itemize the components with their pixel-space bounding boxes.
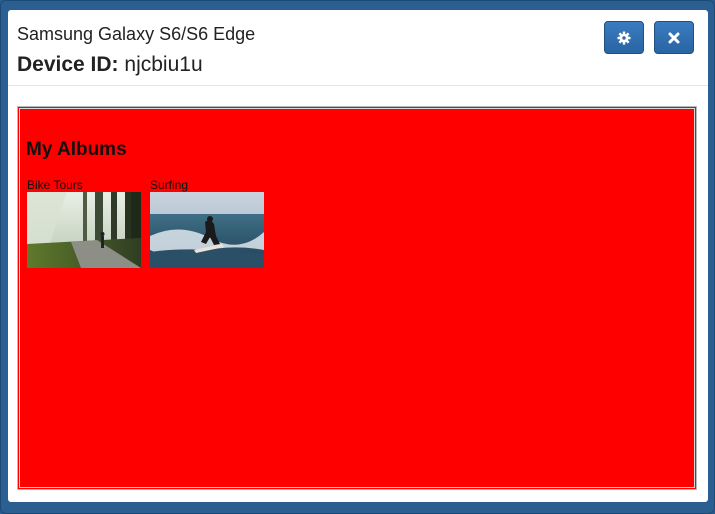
device-id-value: njcbiu1u (124, 53, 203, 76)
albums-title: My Albums (26, 139, 127, 160)
device-screen-viewport: My Albums Bike Tours Surfing (17, 106, 697, 490)
device-panel: Samsung Galaxy S6/S6 Edge Device ID: njc… (8, 10, 708, 502)
device-id-row: Device ID: njcbiu1u (17, 53, 203, 77)
device-name: Samsung Galaxy S6/S6 Edge (17, 24, 256, 44)
header-divider (8, 85, 708, 86)
album-bike-tours[interactable]: Bike Tours (27, 178, 141, 268)
device-window-frame: Samsung Galaxy S6/S6 Edge Device ID: njc… (0, 0, 715, 514)
device-id-label: Device ID: (17, 53, 119, 76)
device-screen: My Albums Bike Tours Surfing (19, 108, 695, 488)
album-thumbnail-surfing[interactable] (150, 192, 264, 268)
album-label: Bike Tours (27, 178, 83, 192)
album-surfing[interactable]: Surfing (150, 178, 264, 268)
settings-button[interactable] (604, 21, 644, 54)
gear-icon (617, 30, 631, 45)
close-button[interactable] (654, 21, 694, 54)
close-icon (668, 32, 680, 43)
album-thumbnail-bike-tours[interactable] (27, 192, 141, 268)
album-label: Surfing (150, 178, 189, 192)
